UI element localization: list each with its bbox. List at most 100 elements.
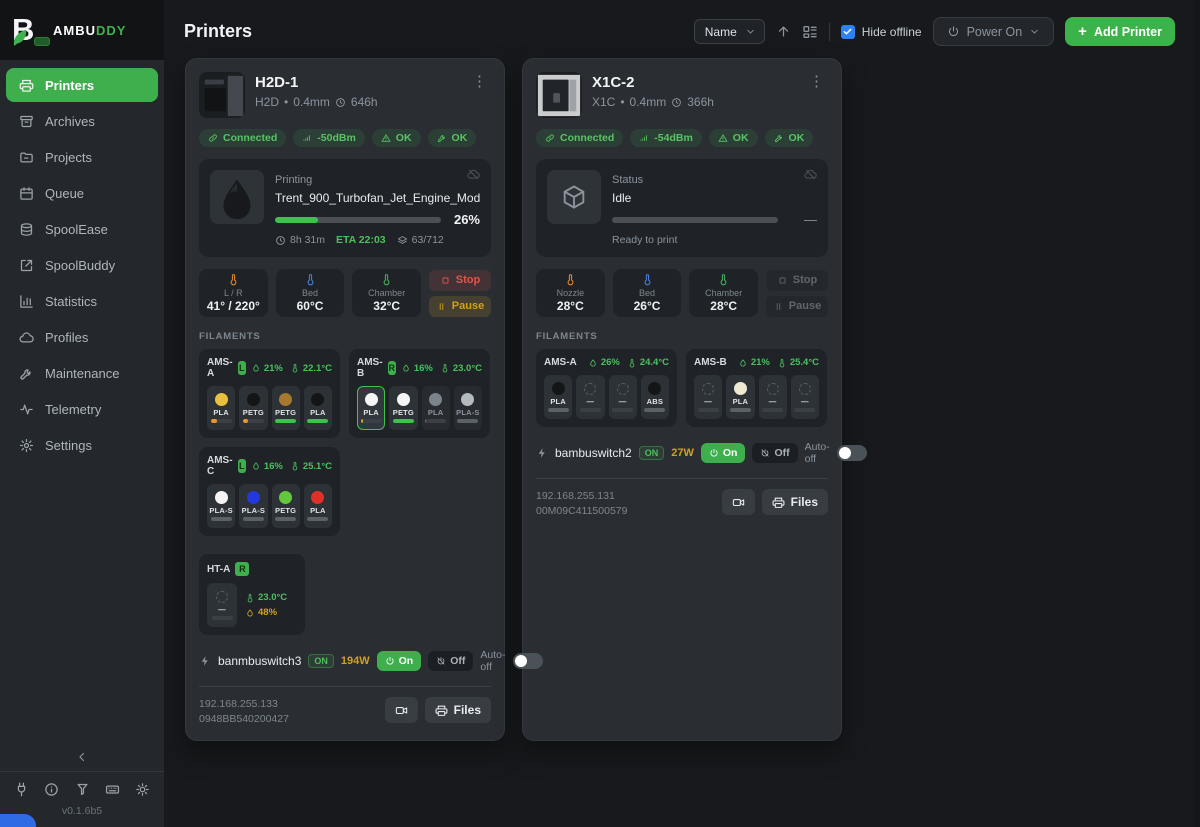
plug-off-button[interactable]: Off — [752, 443, 797, 463]
camera-button[interactable] — [722, 489, 755, 515]
sidebar-item-printers[interactable]: Printers — [6, 68, 158, 102]
brand-logo-icon: B — [12, 11, 46, 49]
filament-slot[interactable]: PETG — [389, 386, 417, 430]
sidebar-item-maintenance[interactable]: Maintenance — [6, 356, 158, 390]
add-printer-button[interactable]: + Add Printer — [1065, 17, 1175, 46]
topbar-controls: Name Hide offline Power On + Add Printer — [694, 17, 1175, 46]
filament-material: PETG — [243, 408, 264, 417]
files-button[interactable]: Files — [425, 697, 491, 723]
scrollbar[interactable] — [1193, 0, 1200, 827]
printer-photo — [199, 72, 245, 118]
files-button[interactable]: Files — [762, 489, 828, 515]
card-menu-button[interactable]: ⋮ — [468, 72, 491, 118]
ams-name: AMS-B — [694, 357, 727, 368]
filament-slot-empty[interactable]: — — [694, 375, 722, 419]
filament-slot[interactable]: PETG — [272, 484, 300, 528]
sidebar-nav: PrintersArchivesProjectsQueueSpoolEaseSp… — [0, 62, 164, 470]
filament-slot[interactable]: PLA — [544, 375, 572, 419]
plug-icon[interactable] — [14, 782, 29, 797]
filament-slot[interactable]: PLA — [304, 386, 332, 430]
filament-color-dot — [279, 393, 292, 406]
sidebar-item-archives[interactable]: Archives — [6, 104, 158, 138]
plug-on-button[interactable]: On — [701, 443, 746, 463]
filament-slot[interactable]: PLA-S — [207, 484, 235, 528]
sun-icon[interactable] — [135, 782, 150, 797]
temp-cell: L / R41° / 220° — [199, 269, 268, 317]
sidebar-item-settings[interactable]: Settings — [6, 428, 158, 462]
plug-off-button[interactable]: Off — [428, 651, 473, 671]
ht-unit: HT-AR—23.0°C48% — [199, 554, 305, 635]
status-badge: -54dBm — [630, 129, 702, 147]
auto-off-toggle[interactable] — [837, 445, 867, 461]
stop-button[interactable]: Stop — [766, 270, 828, 291]
filament-color-dot — [461, 393, 474, 406]
ams-group: AMS-BR16%23.0°CPLAPETGPLAPLA-S — [349, 349, 490, 438]
progress-value: — — [787, 212, 817, 227]
filament-slot[interactable]: PETG — [239, 386, 267, 430]
pause-button[interactable]: Pause — [766, 296, 828, 317]
printer-name: X1C-2 — [592, 74, 714, 91]
filament-color-dot — [429, 393, 442, 406]
bolt-icon — [536, 447, 548, 459]
filament-slot[interactable]: PLA — [207, 386, 235, 430]
pause-button[interactable]: Pause — [429, 296, 491, 317]
git-icon[interactable] — [75, 782, 90, 797]
status-meta: 63/712 — [397, 234, 444, 246]
sort-select[interactable]: Name — [694, 19, 765, 44]
sidebar-item-projects[interactable]: Projects — [6, 140, 158, 174]
filament-slot[interactable]: PLA-S — [454, 386, 482, 430]
thermo-icon — [245, 593, 255, 603]
keyboard-icon[interactable] — [105, 782, 120, 797]
auto-off-toggle[interactable] — [513, 653, 543, 669]
cloud-icon — [19, 330, 34, 345]
sort-direction-button[interactable] — [776, 24, 791, 39]
power-on-button[interactable]: Power On — [933, 17, 1055, 46]
filament-slot[interactable]: PLA — [422, 386, 450, 430]
empty-spool-icon — [216, 591, 228, 603]
filament-slot[interactable]: ABS — [641, 375, 669, 419]
sidebar-item-spoolease[interactable]: SpoolEase — [6, 212, 158, 246]
ams-name: AMS-A — [544, 357, 577, 368]
hide-offline-checkbox[interactable]: Hide offline — [841, 25, 922, 39]
filament-slot-empty[interactable]: — — [576, 375, 604, 419]
card-menu-button[interactable]: ⋮ — [805, 72, 828, 118]
stop-button[interactable]: Stop — [429, 270, 491, 291]
thermo-icon — [717, 273, 730, 286]
ht-name: HT-A — [207, 564, 230, 575]
sidebar-item-statistics[interactable]: Statistics — [6, 284, 158, 318]
cloud-off-icon — [804, 168, 817, 181]
filament-slot[interactable]: PLA — [726, 375, 754, 419]
model-thumbnail — [547, 170, 601, 224]
filament-slot-empty[interactable]: — — [609, 375, 637, 419]
filament-slot-empty[interactable]: — — [759, 375, 787, 419]
printer-icon — [19, 78, 34, 93]
filament-material: PLA — [550, 397, 566, 406]
camera-button[interactable] — [385, 697, 418, 723]
brand-logo: B AMBUDDY — [0, 0, 164, 60]
printer-subtitle: X1C • 0.4mm 366h — [592, 95, 714, 109]
ams-name: AMS-B — [357, 357, 383, 379]
filament-color-dot — [215, 393, 228, 406]
printer-serial: 0948BB540200427 — [199, 712, 289, 727]
filament-slot[interactable]: PLA — [357, 386, 385, 430]
filament-slot[interactable]: PLA — [304, 484, 332, 528]
info-icon[interactable] — [44, 782, 59, 797]
filament-material: PLA — [310, 506, 326, 515]
filaments-label: FILAMENTS — [536, 331, 828, 342]
sidebar-item-profiles[interactable]: Profiles — [6, 320, 158, 354]
sidebar-collapse-button[interactable] — [0, 743, 164, 771]
progress-bar: — — [612, 212, 817, 227]
sidebar-item-queue[interactable]: Queue — [6, 176, 158, 210]
filament-slot[interactable]: PLA-S — [239, 484, 267, 528]
status-badge: OK — [765, 129, 814, 147]
sidebar-item-spoolbuddy[interactable]: SpoolBuddy — [6, 248, 158, 282]
ams-group: AMS-A26%24.4°CPLA——ABS — [536, 349, 677, 427]
layout-toggle-button[interactable] — [802, 24, 818, 40]
plug-on-button[interactable]: On — [377, 651, 422, 671]
filament-color-dot — [365, 393, 378, 406]
thermo-icon — [627, 358, 637, 368]
filament-slot[interactable]: PETG — [272, 386, 300, 430]
sidebar-item-telemetry[interactable]: Telemetry — [6, 392, 158, 426]
ht-slot[interactable]: — — [207, 583, 237, 627]
filament-slot-empty[interactable]: — — [791, 375, 819, 419]
